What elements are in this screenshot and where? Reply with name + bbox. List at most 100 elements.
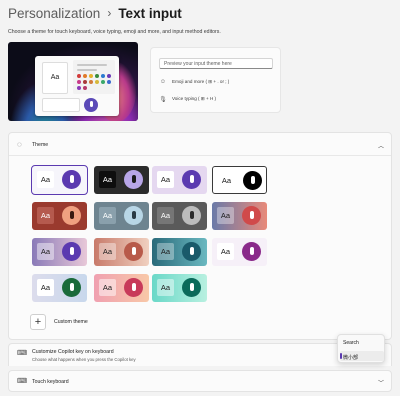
- keyboard-icon: ⌨: [17, 378, 28, 385]
- color-dot: [77, 80, 81, 84]
- theme-section: ◌ Theme ︿: [8, 132, 392, 340]
- theme-tile-5[interactable]: Aa: [32, 202, 87, 230]
- theme-tile-14[interactable]: Aa: [94, 274, 149, 302]
- breadcrumb-personalization-link[interactable]: Personalization: [8, 6, 100, 21]
- microphone-icon: [182, 242, 201, 261]
- theme-tile-8[interactable]: Aa: [212, 202, 267, 230]
- theme-tile-12[interactable]: Aa: [212, 238, 267, 266]
- preview-line: [77, 69, 97, 71]
- theme-key-sample: Aa: [217, 207, 234, 224]
- page-title: Text input: [118, 5, 182, 21]
- theme-key-sample: Aa: [157, 243, 174, 260]
- color-dot: [77, 86, 81, 90]
- emoji-icon: ☺: [159, 79, 167, 85]
- copilot-key-subtitle: Choose what happens when you press the C…: [32, 357, 136, 362]
- theme-key-sample: Aa: [37, 243, 54, 260]
- microphone-icon: [242, 242, 261, 261]
- theme-key-sample: Aa: [99, 171, 116, 188]
- theme-key-sample: Aa: [99, 279, 116, 296]
- theme-tile-15[interactable]: Aa: [152, 274, 207, 302]
- chevron-down-icon[interactable]: ﹀: [378, 378, 384, 387]
- plus-icon: +: [30, 314, 46, 330]
- color-dot: [83, 86, 87, 90]
- touch-keyboard-title: Touch keyboard: [32, 379, 69, 385]
- microphone-icon: [62, 278, 81, 297]
- color-dot: [101, 74, 105, 78]
- color-dot: [89, 80, 93, 84]
- theme-key-sample: Aa: [157, 207, 174, 224]
- theme-tile-2[interactable]: Aa: [94, 166, 149, 194]
- theme-key-sample: Aa: [37, 171, 54, 188]
- microphone-icon: [182, 206, 201, 225]
- theme-tile-11[interactable]: Aa: [152, 238, 207, 266]
- custom-theme-button[interactable]: + Custom theme: [30, 313, 150, 331]
- preview-input-bar: [42, 98, 80, 112]
- preview-key: Aa: [42, 62, 68, 94]
- keyboard-icon: ⌨: [17, 350, 28, 357]
- microphone-icon: [182, 278, 201, 297]
- theme-key-sample: Aa: [99, 243, 116, 260]
- color-dot: [83, 80, 87, 84]
- emoji-shortcut-label: Emoji and more ( ⊞ + . or ; ): [172, 79, 230, 84]
- preview-input-field[interactable]: Preview your input theme here: [159, 58, 273, 69]
- color-dot: [107, 80, 111, 84]
- microphone-icon: [62, 170, 81, 189]
- theme-preview-image: Aa: [8, 42, 138, 121]
- color-dot: [95, 74, 99, 78]
- theme-tile-13[interactable]: Aa: [32, 274, 87, 302]
- dropdown-selected-indicator: [340, 353, 342, 359]
- copilot-key-title: Customize Copilot key on keyboard: [32, 349, 114, 355]
- preview-color-dots: [77, 74, 113, 90]
- theme-tile-9[interactable]: Aa: [32, 238, 87, 266]
- divider: [9, 155, 391, 156]
- theme-tile-10[interactable]: Aa: [94, 238, 149, 266]
- emoji-shortcut-row[interactable]: ☺ Emoji and more ( ⊞ + . or ; ): [159, 78, 229, 86]
- theme-key-sample: Aa: [157, 279, 174, 296]
- microphone-icon: [62, 206, 81, 225]
- theme-tile-1[interactable]: Aa: [31, 165, 88, 195]
- theme-key-sample: Aa: [218, 172, 235, 189]
- dropdown-option-search[interactable]: Search: [343, 340, 359, 346]
- voice-typing-shortcut-label: Voice typing ( ⊞ + H ): [172, 96, 217, 101]
- palette-icon: ◌: [17, 140, 22, 149]
- microphone-icon: [84, 98, 98, 112]
- voice-typing-shortcut-row[interactable]: 🎙 Voice typing ( ⊞ + H ): [159, 95, 216, 103]
- theme-tile-6[interactable]: Aa: [94, 202, 149, 230]
- chevron-right-icon: ›: [107, 6, 112, 20]
- theme-key-sample: Aa: [99, 207, 116, 224]
- page-description: Choose a theme for touch keyboard, voice…: [8, 29, 221, 35]
- microphone-icon: [124, 170, 143, 189]
- theme-key-sample: Aa: [37, 207, 54, 224]
- microphone-icon: [124, 242, 143, 261]
- color-dot: [101, 80, 105, 84]
- theme-key-sample: Aa: [157, 171, 174, 188]
- color-dot: [89, 74, 93, 78]
- microphone-icon: [182, 170, 201, 189]
- microphone-icon: [124, 206, 143, 225]
- touch-keyboard-row[interactable]: ⌨ Touch keyboard ﹀: [8, 370, 392, 392]
- microphone-icon: 🎙: [159, 96, 167, 103]
- microphone-icon: [243, 171, 262, 190]
- dropdown-option-selected[interactable]: 微小部: [343, 354, 358, 361]
- theme-section-title: Theme: [32, 142, 49, 148]
- preview-keyboard-window: Aa: [35, 56, 119, 116]
- copilot-key-dropdown[interactable]: Search 微小部: [337, 334, 385, 363]
- microphone-icon: [124, 278, 143, 297]
- theme-key-sample: Aa: [217, 243, 234, 260]
- preview-line: [77, 64, 107, 66]
- breadcrumb: Personalization › Text input: [8, 4, 182, 22]
- microphone-icon: [242, 206, 261, 225]
- color-dot: [83, 74, 87, 78]
- custom-theme-label: Custom theme: [54, 319, 88, 325]
- chevron-up-icon[interactable]: ︿: [378, 141, 384, 150]
- theme-tile-7[interactable]: Aa: [152, 202, 207, 230]
- copilot-key-row[interactable]: ⌨ Customize Copilot key on keyboard Choo…: [8, 343, 392, 366]
- color-dot: [95, 80, 99, 84]
- theme-tile-3[interactable]: Aa: [152, 166, 207, 194]
- theme-key-sample: Aa: [37, 279, 54, 296]
- preview-emoji-panel: [73, 60, 115, 94]
- microphone-icon: [62, 242, 81, 261]
- theme-tile-4[interactable]: Aa: [212, 166, 267, 194]
- color-dot: [107, 74, 111, 78]
- color-dot: [77, 74, 81, 78]
